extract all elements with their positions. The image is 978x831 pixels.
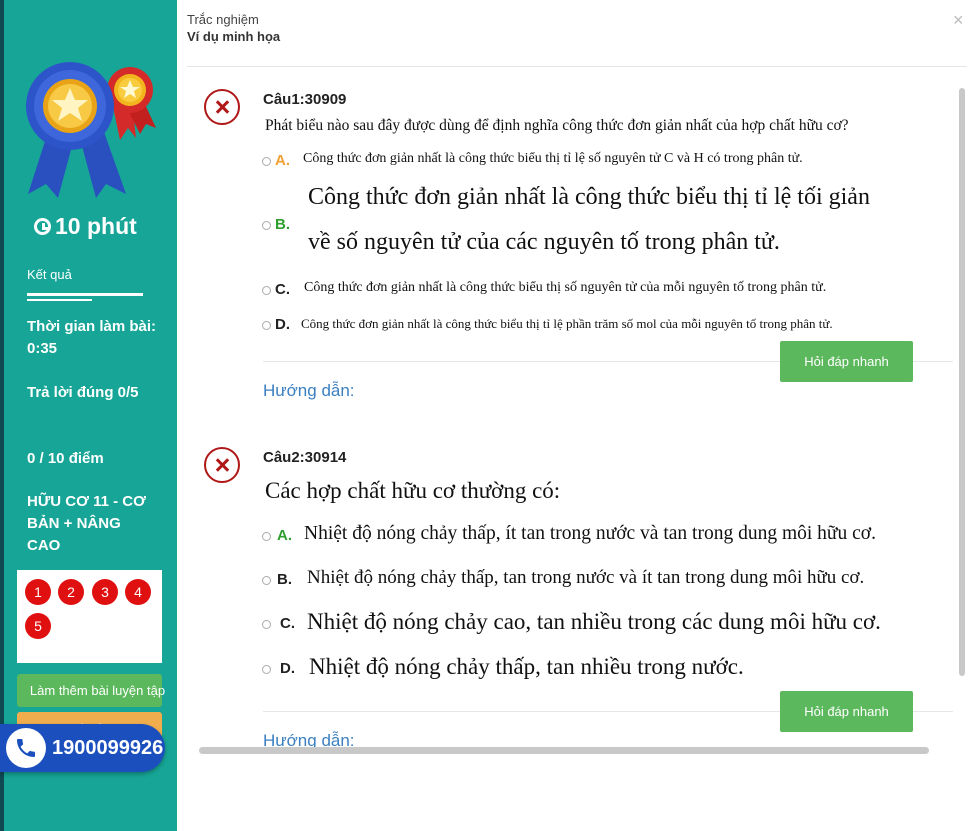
sidebar-edge [0, 0, 4, 831]
wrong-x-icon [204, 89, 240, 125]
sidebar: 10 phút Kết quả Thời gian làm bài: 0:35 … [0, 0, 177, 831]
hotline-number: 1900099926 [52, 736, 164, 759]
score: 0 / 10 điểm [27, 450, 104, 467]
result-divider [27, 293, 143, 296]
question-navigator: 1 2 3 4 5 [17, 570, 162, 663]
option-c-text: Công thức đơn giản nhất là công thức biể… [304, 280, 827, 295]
option-c-radio[interactable] [262, 620, 271, 629]
option-b-radio[interactable] [262, 576, 271, 585]
question-nav-5[interactable]: 5 [25, 613, 51, 639]
timer-value: 10 phút [55, 213, 137, 239]
guide-link[interactable]: Hướng dẫn: [263, 381, 355, 401]
question-text: Các hợp chất hữu cơ thường có: [265, 478, 561, 503]
result-label: Kết quả [27, 267, 72, 282]
wrong-x-icon [204, 447, 240, 483]
question-nav-2[interactable]: 2 [58, 579, 84, 605]
modal-subtitle: Ví dụ minh họa [187, 29, 281, 44]
topic-name: HỮU CƠ 11 - CƠ BẢN + NÂNG CAO [27, 493, 146, 554]
vertical-scrollbar[interactable] [959, 88, 965, 676]
option-a-text: Công thức đơn giản nhất là công thức biể… [303, 151, 803, 166]
option-d-radio[interactable] [262, 321, 271, 330]
quick-ask-button[interactable]: Hỏi đáp nhanh [780, 341, 913, 382]
option-a-text: Nhiệt độ nóng chảy thấp, ít tan trong nư… [304, 523, 876, 544]
header-divider [187, 66, 967, 67]
option-c-letter: C. [275, 281, 290, 298]
medal-ribbon-icon [26, 62, 156, 198]
phone-icon [6, 728, 46, 768]
option-b-letter: B. [275, 216, 290, 233]
horizontal-scrollbar[interactable] [199, 747, 929, 754]
question-nav-4[interactable]: 4 [125, 579, 151, 605]
time-spent: Thời gian làm bài: 0:35 [27, 318, 157, 357]
result-divider-short [27, 299, 92, 301]
timer: 10 phút [34, 213, 137, 240]
option-b-text-line1: Công thức đơn giản nhất là công thức biể… [308, 184, 870, 210]
option-c-text: Nhiệt độ nóng chảy cao, tan nhiều trong … [307, 609, 881, 634]
option-b-radio[interactable] [262, 221, 271, 230]
option-c-radio[interactable] [262, 286, 271, 295]
more-practice-label: Làm thêm bài luyện tập [29, 683, 166, 698]
modal-footer-area [187, 756, 967, 831]
option-d-letter: D. [280, 660, 295, 677]
clock-icon [34, 218, 51, 235]
option-a-radio[interactable] [262, 532, 271, 541]
option-d-text: Nhiệt độ nóng chảy thấp, tan nhiều trong… [309, 654, 744, 679]
option-a-letter: A. [275, 152, 290, 169]
question-nav-1[interactable]: 1 [25, 579, 51, 605]
option-a-radio[interactable] [262, 157, 271, 166]
option-d-radio[interactable] [262, 665, 271, 674]
option-b-text: Nhiệt độ nóng chảy thấp, tan trong nước … [307, 567, 865, 588]
question-title: Câu2:30914 [263, 449, 347, 466]
modal-header: Trắc nghiệm Ví dụ minh họa [187, 12, 280, 44]
modal-category: Trắc nghiệm [187, 12, 259, 27]
hotline-banner[interactable]: 1900099926 [0, 724, 165, 772]
question-nav-3[interactable]: 3 [92, 579, 118, 605]
close-icon[interactable]: × [953, 10, 964, 31]
question-title: Câu1:30909 [263, 91, 347, 108]
correct-answers: Trả lời đúng 0/5 [27, 384, 139, 401]
option-d-text: Công thức đơn giản nhất là công thức biể… [301, 316, 833, 331]
quick-ask-button[interactable]: Hỏi đáp nhanh [780, 691, 913, 732]
more-practice-button[interactable]: Làm thêm bài luyện tập [17, 674, 166, 707]
option-d-letter: D. [275, 316, 290, 333]
option-b-text-line2: về số nguyên tử của các nguyên tố trong … [308, 229, 780, 255]
option-c-letter: C. [280, 615, 295, 632]
question-text: Phát biểu nào sau đây được dùng để định … [265, 117, 849, 134]
option-b-letter: B. [277, 571, 292, 588]
option-a-letter: A. [277, 527, 292, 544]
